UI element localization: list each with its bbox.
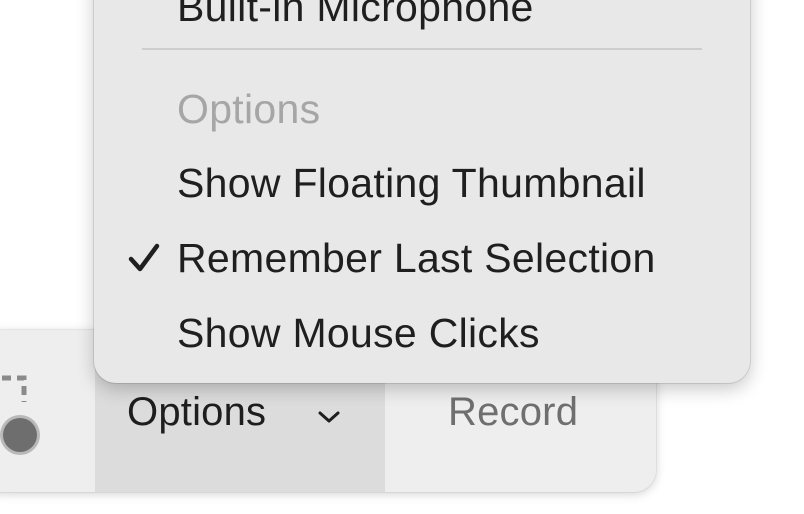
options-label: Options bbox=[127, 390, 267, 434]
capture-selection-icon[interactable] bbox=[0, 372, 50, 462]
menu-section-header: Options bbox=[177, 86, 321, 132]
menu-item-show-floating-thumbnail[interactable]: Show Floating Thumbnail bbox=[177, 160, 646, 207]
menu-item-remember-last-selection[interactable]: Remember Last Selection bbox=[177, 235, 656, 282]
checkmark-icon bbox=[128, 243, 160, 275]
menu-item-built-in-microphone[interactable]: Built-in Microphone bbox=[177, 0, 534, 31]
record-label: Record bbox=[448, 390, 579, 434]
chevron-down-icon bbox=[317, 410, 341, 424]
menu-item-show-mouse-clicks[interactable]: Show Mouse Clicks bbox=[177, 310, 540, 357]
options-menu: Built-in Microphone Options Show Floatin… bbox=[94, 0, 750, 383]
menu-separator bbox=[142, 48, 702, 50]
